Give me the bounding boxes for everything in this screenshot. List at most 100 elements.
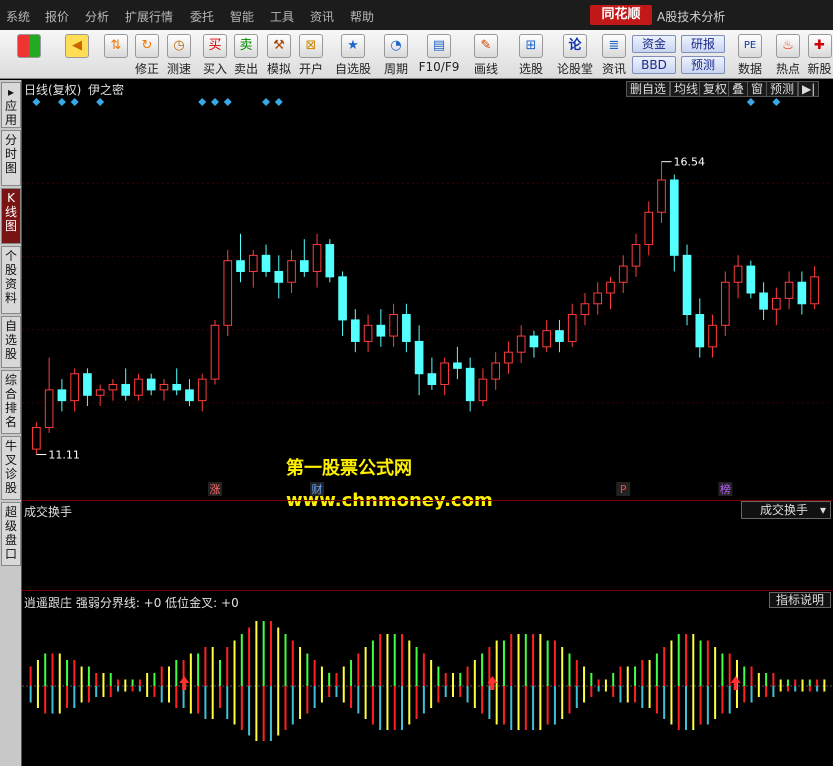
volume-dropdown[interactable]: 成交换手 ▾ xyxy=(741,501,831,519)
simulate-button[interactable]: ⚒ 模拟 xyxy=(264,32,294,77)
candle-body xyxy=(478,378,488,402)
overlay-button[interactable]: 叠 xyxy=(728,81,749,97)
candle-body xyxy=(618,265,628,283)
hot-button[interactable]: ♨ 热点 xyxy=(772,32,804,77)
candle-body xyxy=(606,281,615,294)
tab-apps[interactable]: ▸应用 xyxy=(1,82,21,128)
candle-body xyxy=(185,389,194,402)
candle-body xyxy=(57,389,67,402)
candle-body xyxy=(580,303,590,316)
signal-diamond-marker xyxy=(210,98,219,106)
candle-body xyxy=(759,292,768,310)
menu-item-analysis[interactable]: 分析 xyxy=(85,8,109,25)
tab-stock-info[interactable]: 个股资料 xyxy=(1,246,21,314)
grid-icon xyxy=(17,34,41,58)
forum-button[interactable]: 论 论股堂 xyxy=(556,32,594,77)
candle-body xyxy=(70,373,79,402)
candle-body xyxy=(197,378,207,402)
candle-body xyxy=(657,179,666,213)
tab-ranking[interactable]: 综合排名 xyxy=(1,370,21,434)
candle-body xyxy=(453,362,462,369)
menu-item-news[interactable]: 资讯 xyxy=(310,8,334,25)
research-button[interactable]: 研报 xyxy=(681,35,725,53)
chevron-down-icon: ▾ xyxy=(819,503,826,517)
f10-button[interactable]: ▤ F10/F9 xyxy=(418,32,460,77)
cycle-icon: ◔ xyxy=(384,34,408,58)
open-account-button[interactable]: ⊠ 开户 xyxy=(296,32,326,77)
back-button[interactable]: ◀ xyxy=(60,32,94,77)
ma-button[interactable]: 均线 xyxy=(670,81,703,97)
data-button[interactable]: PE 数据 xyxy=(735,32,765,77)
signal-diamond-marker xyxy=(96,98,105,106)
menu-item-help[interactable]: 帮助 xyxy=(350,8,374,25)
candle-body xyxy=(95,389,105,396)
end-button[interactable]: ▶| xyxy=(798,81,820,97)
candle-body xyxy=(631,244,641,267)
forecast-view-button[interactable]: 预测 xyxy=(766,81,799,97)
menu-item-trade[interactable]: 委托 xyxy=(190,8,214,25)
indicator-help-button[interactable]: 指标说明 xyxy=(769,592,831,608)
candle-body xyxy=(746,265,756,294)
news-button[interactable]: ≣ 资讯 xyxy=(599,32,629,77)
candle-body xyxy=(669,179,679,256)
chart-area: 日线(复权) 伊之密 删自选 均线 复权 叠 窗 预测 ▶| 16.54 11.1… xyxy=(22,80,833,766)
data-label: 数据 xyxy=(737,62,762,76)
candle-body xyxy=(516,335,526,353)
menu-item-system[interactable]: 系统 xyxy=(6,8,30,25)
candle-body xyxy=(402,314,411,342)
f10-icon: ▤ xyxy=(427,34,451,58)
event-badge-label: P xyxy=(620,483,627,496)
buy-signal-arrow-icon xyxy=(179,676,190,690)
window-button[interactable]: 窗 xyxy=(747,81,768,97)
updown-button[interactable]: ⇅ xyxy=(102,32,130,77)
app-title: A股技术分析 xyxy=(657,10,726,24)
candle-body xyxy=(593,292,603,305)
candle-body xyxy=(644,211,654,246)
menu-item-quote[interactable]: 报价 xyxy=(45,8,69,25)
candle-body xyxy=(708,324,717,348)
candle-body xyxy=(427,373,437,385)
kline-chart[interactable]: 16.5411.11涨财 P 榜 xyxy=(22,96,833,500)
signal-diamond-marker xyxy=(57,98,66,106)
simulate-label: 模拟 xyxy=(266,62,291,76)
adjust-button[interactable]: 复权 xyxy=(699,81,732,97)
candle-body xyxy=(44,389,54,429)
indicator-chart[interactable] xyxy=(22,608,833,766)
watchlist-button[interactable]: ★ 自选股 xyxy=(333,32,373,77)
bbd-button[interactable]: BBD xyxy=(632,56,676,74)
candle-body xyxy=(134,378,143,396)
new-stock-button[interactable]: ✚ 新股 xyxy=(806,32,833,77)
tab-intraday[interactable]: 分时图 xyxy=(1,130,21,186)
kline-header: 日线(复权) 伊之密 删自选 均线 复权 叠 窗 预测 ▶| xyxy=(22,80,833,97)
home-button[interactable] xyxy=(12,32,46,77)
event-badge-label: 涨 xyxy=(209,483,220,496)
candle-body xyxy=(223,260,233,326)
buy-button[interactable]: 买 买入 xyxy=(201,32,229,77)
tab-diagnosis[interactable]: 牛叉诊股 xyxy=(1,436,21,500)
hammer-icon: ⚒ xyxy=(267,34,291,58)
signal-diamond-marker xyxy=(772,98,781,106)
draw-line-button[interactable]: ✎ 画线 xyxy=(468,32,504,77)
app-window: 系统 报价 分析 扩展行情 委托 智能 工具 资讯 帮助 同花顺 A股技术分析 … xyxy=(0,0,833,766)
period-button[interactable]: ◔ 周期 xyxy=(378,32,414,77)
speed-test-label: 测速 xyxy=(166,62,191,76)
fund-button[interactable]: 资金 xyxy=(632,35,676,53)
buy-signal-arrow-icon xyxy=(730,676,741,690)
fix-button[interactable]: ↻ 修正 xyxy=(132,32,162,77)
tab-watchlist[interactable]: 自选股 xyxy=(1,316,21,368)
speed-test-button[interactable]: ◷ 测速 xyxy=(164,32,194,77)
signal-diamond-marker xyxy=(70,98,79,106)
menu-item-smart[interactable]: 智能 xyxy=(230,8,254,25)
high-price-label: 16.54 xyxy=(674,156,706,169)
stock-select-button[interactable]: ⊞ 选股 xyxy=(512,32,550,77)
candle-body xyxy=(733,265,743,283)
remove-watchlist-button[interactable]: 删自选 xyxy=(626,81,671,97)
sell-button[interactable]: 卖 卖出 xyxy=(232,32,260,77)
forecast-button[interactable]: 预测 xyxy=(681,56,725,74)
menu-item-extended[interactable]: 扩展行情 xyxy=(125,8,173,25)
tab-kline[interactable]: K线图 xyxy=(1,188,21,244)
tab-super-panel[interactable]: 超级盘口 xyxy=(1,502,21,566)
forum-label: 论股堂 xyxy=(556,62,593,76)
star-icon: ★ xyxy=(341,34,365,58)
menu-item-tools[interactable]: 工具 xyxy=(270,8,294,25)
